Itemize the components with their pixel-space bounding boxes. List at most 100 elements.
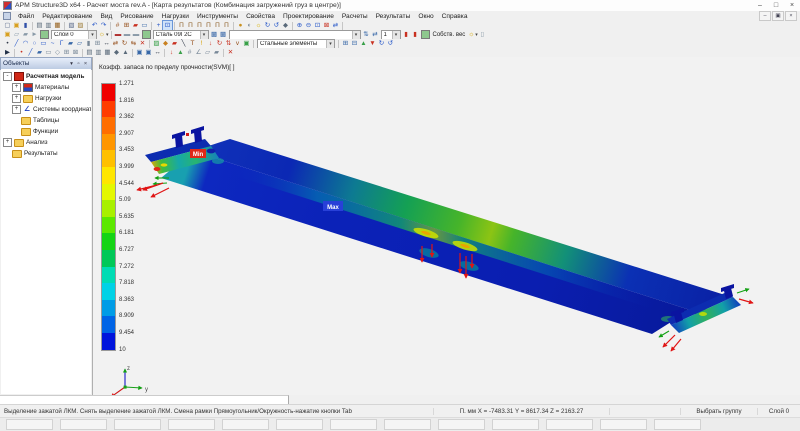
element-numbers-icon[interactable]: ⊞ — [122, 21, 131, 30]
chevron-down-icon[interactable]: ▾ — [106, 32, 109, 38]
delete-icon[interactable]: ✕ — [138, 39, 147, 48]
show-numbers-icon[interactable]: # — [185, 48, 194, 57]
fill-icon[interactable]: ◆ — [161, 39, 170, 48]
menu-item-Инструменты[interactable]: Инструменты — [193, 13, 242, 20]
draw-arc-icon[interactable]: ◠ — [21, 39, 30, 48]
layer-combo[interactable]: Слой 0▾ — [51, 30, 97, 40]
chevron-down-icon[interactable]: ▾ — [200, 31, 208, 39]
draw-solid-icon[interactable]: ▮ — [84, 39, 93, 48]
result-up-icon[interactable]: ▲ — [359, 39, 368, 48]
chevron-down-icon[interactable]: ▾ — [88, 31, 96, 39]
result-down-icon[interactable]: ▼ — [368, 39, 377, 48]
maximize-button[interactable]: □ — [768, 0, 784, 11]
tree-item[interactable]: Таблицы — [1, 115, 91, 126]
snap-grid-icon[interactable]: ⊞ — [93, 39, 102, 48]
check-model-icon[interactable]: ▰ — [131, 21, 140, 30]
info-node-icon[interactable]: ▣ — [135, 48, 144, 57]
close-button[interactable]: × — [784, 0, 800, 11]
chevron-down-icon[interactable]: ▾ — [326, 40, 334, 48]
node-numbers-icon[interactable]: # — [113, 21, 122, 30]
taskbar-button[interactable] — [60, 419, 107, 430]
expand-icon[interactable]: + — [12, 94, 21, 103]
dock-menu-icon[interactable]: ▾ — [68, 61, 75, 67]
expand-icon[interactable]: + — [12, 105, 21, 114]
expand-icon[interactable]: + — [12, 83, 21, 92]
steel-elements-combo[interactable]: Стальные элементы▾ — [257, 39, 335, 49]
filter-down-icon[interactable]: ⇄ — [371, 30, 380, 39]
taskbar-button[interactable] — [546, 419, 593, 430]
menu-item-Справка[interactable]: Справка — [438, 13, 472, 20]
section-icon[interactable]: ▩ — [210, 30, 219, 39]
taskbar-button[interactable] — [492, 419, 539, 430]
load-force-icon[interactable]: ↓ — [206, 39, 215, 48]
show-supports-icon[interactable]: ▲ — [176, 48, 185, 57]
section-assign-icon[interactable]: ▩ — [219, 30, 228, 39]
draw-polyline-icon[interactable]: Г — [57, 39, 66, 48]
shaded-icon[interactable]: ▰ — [212, 48, 221, 57]
taskbar-button[interactable] — [384, 419, 431, 430]
material-combo-checkbox[interactable] — [142, 30, 151, 39]
menu-item-Проектирование[interactable]: Проектирование — [279, 13, 338, 20]
show-loads-icon[interactable]: ↓ — [167, 48, 176, 57]
selfweight-checkbox[interactable] — [421, 30, 430, 39]
save-icon[interactable]: ▮ — [21, 21, 30, 30]
taskbar-button[interactable] — [438, 419, 485, 430]
move-icon[interactable]: ⇄ — [111, 39, 120, 48]
draw-plate-icon[interactable]: ▰ — [66, 39, 75, 48]
wireframe-icon[interactable]: ▱ — [203, 48, 212, 57]
info-element-icon[interactable]: ▣ — [144, 48, 153, 57]
menu-item-Рисование[interactable]: Рисование — [116, 13, 157, 20]
draw-line-icon[interactable]: ╱ — [12, 39, 21, 48]
layer-combo-checkbox[interactable] — [40, 30, 49, 39]
mdi-minimize-button[interactable]: – — [759, 11, 771, 21]
minimize-button[interactable]: – — [752, 0, 768, 11]
load-moment-icon[interactable]: ↻ — [215, 39, 224, 48]
taskbar-button[interactable] — [330, 419, 377, 430]
screen-params-icon[interactable]: ▭ — [140, 21, 149, 30]
show-local-axes-icon[interactable]: ∠ — [194, 48, 203, 57]
select-group-button[interactable]: Выбрать группу — [680, 408, 758, 415]
weld-icon[interactable]: v — [233, 39, 242, 48]
clear-selection-icon[interactable]: ✕ — [226, 48, 235, 57]
draw-surface-icon[interactable]: ▱ — [75, 39, 84, 48]
chevron-down-icon[interactable]: ▾ — [352, 31, 360, 39]
calc-plus-icon[interactable]: ⊞ — [341, 39, 350, 48]
close-panel-icon[interactable]: × — [82, 61, 89, 67]
tree-item[interactable]: Результаты — [1, 148, 91, 159]
calc-minus-icon[interactable]: ⊟ — [350, 39, 359, 48]
menu-item-Результаты[interactable]: Результаты — [372, 13, 415, 20]
menu-item-Расчеты[interactable]: Расчеты — [338, 13, 372, 20]
loadcase-spin[interactable]: 1▾ — [381, 30, 401, 40]
taskbar-button[interactable] — [168, 419, 215, 430]
new-file-icon[interactable]: ▢ — [3, 21, 12, 30]
mdi-restore-button[interactable]: ▣ — [772, 11, 784, 21]
select-node-icon[interactable]: • — [17, 48, 26, 57]
open-file-icon[interactable]: ▣ — [12, 21, 21, 30]
rotate-copy-icon[interactable]: ↻ — [120, 39, 129, 48]
load-combination-icon[interactable]: ▮ — [411, 30, 420, 39]
load-icon[interactable]: ▮ — [402, 30, 411, 39]
menu-item-Нагрузки[interactable]: Нагрузки — [158, 13, 193, 20]
material-assign-icon[interactable]: ▬ — [132, 30, 141, 39]
view-side-icon[interactable]: ▦ — [103, 48, 112, 57]
draw-circle-icon[interactable]: ○ — [30, 39, 39, 48]
layer-move-icon[interactable]: ▰ — [21, 30, 30, 39]
menu-item-Окно[interactable]: Окно — [414, 13, 437, 20]
taskbar-button[interactable] — [654, 419, 701, 430]
view-front-icon[interactable]: ▤ — [85, 48, 94, 57]
draw-node-icon[interactable]: • — [3, 39, 12, 48]
tree-item[interactable]: -Расчетная модель — [1, 71, 91, 82]
autohide-pin-icon[interactable]: ▫ — [75, 61, 82, 67]
measure-icon[interactable]: ↔ — [153, 48, 162, 57]
expand-icon[interactable]: + — [3, 138, 12, 147]
layer-copy-icon[interactable]: ▱ — [12, 30, 21, 39]
mdi-close-button[interactable]: × — [785, 11, 797, 21]
taskbar-button[interactable] — [6, 419, 53, 430]
restore-view-icon[interactable]: ↺ — [386, 39, 395, 48]
open-layer-icon[interactable]: ▣ — [3, 30, 12, 39]
menu-item-Редактирование[interactable]: Редактирование — [38, 13, 96, 20]
menu-item-Свойства[interactable]: Свойства — [242, 13, 279, 20]
note-box-icon[interactable]: ▯ — [478, 30, 487, 39]
taskbar-button[interactable] — [276, 419, 323, 430]
print-icon[interactable]: ▤ — [35, 21, 44, 30]
